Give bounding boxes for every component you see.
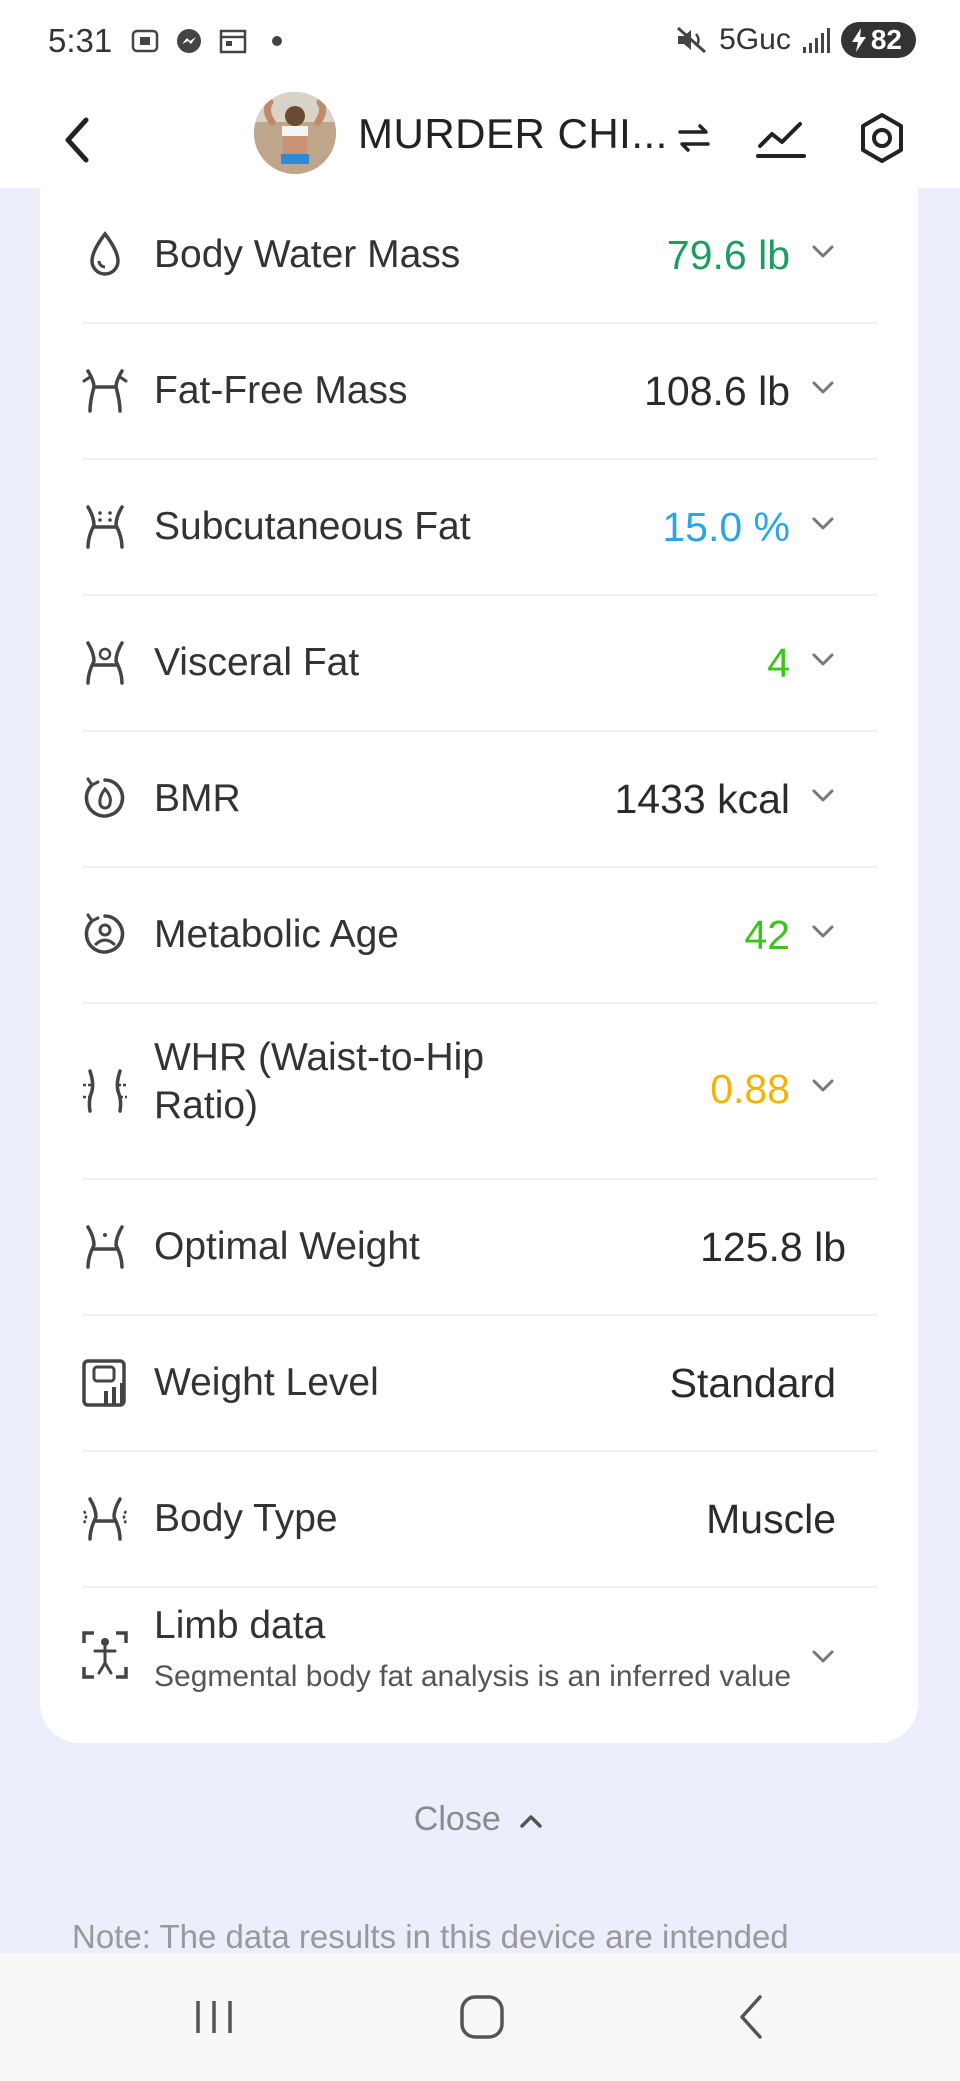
metric-value: 4 (767, 640, 790, 686)
chevron-down-icon[interactable] (808, 781, 838, 811)
network-label: 5Guc (719, 23, 791, 56)
profile-name[interactable]: MURDER CHI... (358, 110, 668, 158)
close-label: Close (413, 1800, 501, 1838)
metric-row-limb-data[interactable]: Limb data Segmental body fat analysis is… (40, 1588, 878, 1722)
metric-label: Fat-Free Mass (154, 369, 408, 412)
back-arrow-icon[interactable] (56, 110, 96, 170)
limb-data-icon (82, 1631, 128, 1679)
metric-value: Muscle (706, 1496, 836, 1542)
disclaimer-note: Note: The data results in this device ar… (72, 1918, 789, 1955)
metric-label: Visceral Fat (154, 641, 360, 684)
metabolic-age-icon (84, 913, 125, 954)
metric-label: BMR (154, 777, 241, 820)
screenshot-icon (131, 29, 159, 53)
chevron-down-icon[interactable] (808, 1071, 838, 1101)
app-header: MURDER CHI... (0, 90, 960, 188)
metric-label: Body Water Mass (154, 233, 461, 276)
subcutaneous-fat-icon (86, 505, 124, 549)
status-bar: 5:31 5Guc 82 (0, 0, 960, 90)
metric-value: Standard (669, 1360, 836, 1406)
metric-row-visceral-fat[interactable]: Visceral Fat 4 (40, 596, 878, 730)
chevron-down-icon[interactable] (808, 1642, 838, 1672)
trend-chart-icon[interactable] (754, 110, 810, 166)
avatar-image (254, 92, 336, 174)
recent-apps-icon[interactable] (184, 1987, 244, 2047)
mute-icon (677, 26, 707, 54)
metric-value: 79.6 lb (666, 232, 790, 278)
weight-level-icon (82, 1359, 126, 1407)
chevron-down-icon[interactable] (808, 645, 838, 675)
settings-icon[interactable] (854, 110, 910, 166)
status-time: 5:31 (48, 22, 113, 59)
metric-label: Optimal Weight (154, 1225, 420, 1268)
calendar-icon (219, 29, 247, 54)
metric-row-metabolic-age[interactable]: Metabolic Age 42 (40, 868, 878, 1002)
metric-label: Limb data (154, 1604, 326, 1647)
metrics-card: Body Water Mass 79.6 lb Fat-Free Mass 10… (40, 188, 918, 1743)
signal-icon (802, 28, 830, 53)
bmr-icon (84, 777, 125, 818)
metric-label: Subcutaneous Fat (154, 505, 471, 548)
metric-row-subcutaneous-fat[interactable]: Subcutaneous Fat 15.0 % (40, 460, 878, 594)
close-button[interactable]: Close (0, 1800, 960, 1839)
dot-icon (272, 36, 282, 46)
metric-label: Metabolic Age (154, 913, 399, 956)
battery-indicator: 82 (840, 22, 916, 58)
home-icon[interactable] (452, 1987, 512, 2047)
messenger-icon (177, 29, 201, 53)
battery-level: 82 (870, 24, 902, 55)
switch-user-icon[interactable] (666, 110, 722, 166)
metric-row-bmr[interactable]: BMR 1433 kcal (40, 732, 878, 866)
chevron-down-icon[interactable] (808, 373, 838, 403)
metric-value: 42 (744, 912, 790, 958)
chevron-down-icon[interactable] (808, 237, 838, 267)
metric-row-body-water-mass[interactable]: Body Water Mass 79.6 lb (40, 188, 878, 322)
water-drop-icon (90, 231, 120, 276)
metric-row-fat-free-mass[interactable]: Fat-Free Mass 108.6 lb (40, 324, 878, 458)
chevron-down-icon[interactable] (808, 509, 838, 539)
notification-icons (130, 26, 292, 56)
visceral-fat-icon (86, 641, 124, 685)
metric-value: 108.6 lb (644, 368, 790, 414)
avatar[interactable] (254, 92, 336, 174)
metric-subtitle: Segmental body fat analysis is an inferr… (154, 1660, 792, 1693)
charging-icon (851, 28, 866, 52)
chevron-down-icon[interactable] (808, 917, 838, 947)
muscle-body-icon (82, 369, 128, 413)
metric-row-weight-level: Weight Level Standard (40, 1316, 878, 1450)
system-nav-bar (0, 1953, 960, 2081)
metric-row-body-type: Body Type Muscle (40, 1452, 878, 1586)
waist-hip-icon (83, 1069, 127, 1113)
metric-row-optimal-weight: Optimal Weight 125.8 lb (40, 1180, 878, 1314)
metric-label: Body Type (154, 1497, 338, 1540)
metric-label-line2: Ratio) (154, 1084, 259, 1127)
metric-label: Weight Level (154, 1361, 379, 1404)
metric-value: 0.88 (710, 1066, 790, 1112)
nav-back-icon[interactable] (722, 1987, 782, 2047)
chevron-up-icon (520, 1815, 542, 1828)
metric-row-whr[interactable]: WHR (Waist-to-Hip Ratio) 0.88 (40, 1004, 878, 1178)
optimal-weight-icon (86, 1225, 124, 1269)
system-icons: 5Guc 82 (675, 22, 916, 58)
metric-value: 15.0 % (662, 504, 790, 550)
metric-label: WHR (Waist-to-Hip (154, 1036, 485, 1079)
metric-value: 125.8 lb (700, 1224, 846, 1270)
metric-value: 1433 kcal (614, 776, 790, 822)
body-type-icon (82, 1497, 128, 1541)
